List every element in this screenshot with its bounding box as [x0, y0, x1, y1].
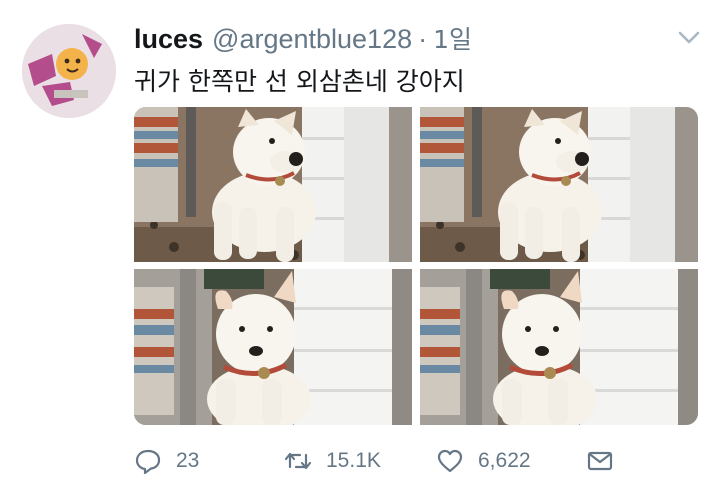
header-separator: ·: [418, 24, 428, 54]
reply-icon: [135, 449, 161, 475]
avatar-image: [22, 24, 116, 118]
user-handle[interactable]: @argentblue128: [212, 24, 412, 55]
retweet-button[interactable]: 15.1K: [284, 446, 381, 476]
media-grid: [134, 107, 698, 425]
tweet-text: 귀가 한쪽만 선 외삼촌네 강아지: [134, 67, 465, 96]
display-name[interactable]: luces: [134, 24, 203, 55]
photo-1[interactable]: [134, 107, 412, 262]
avatar[interactable]: [22, 24, 116, 118]
photo-4[interactable]: [420, 269, 698, 425]
tweet-actions: 23 15.1K 6,622: [134, 446, 704, 476]
direct-message-button[interactable]: [586, 446, 614, 476]
chevron-down-icon[interactable]: [678, 30, 700, 44]
like-button[interactable]: 6,622: [436, 446, 531, 476]
retweet-count: 15.1K: [326, 449, 381, 472]
tweet-header: luces @argentblue128 · 1일: [134, 20, 472, 60]
envelope-icon: [587, 451, 613, 471]
reply-count: 23: [176, 449, 200, 472]
retweet-icon: [284, 452, 312, 470]
reply-button[interactable]: 23: [134, 446, 199, 476]
photo-2[interactable]: [420, 107, 698, 262]
like-count: 6,622: [478, 449, 531, 472]
photo-3[interactable]: [134, 269, 412, 425]
heart-icon: [437, 449, 463, 473]
tweet-timestamp[interactable]: 1일: [433, 20, 472, 56]
